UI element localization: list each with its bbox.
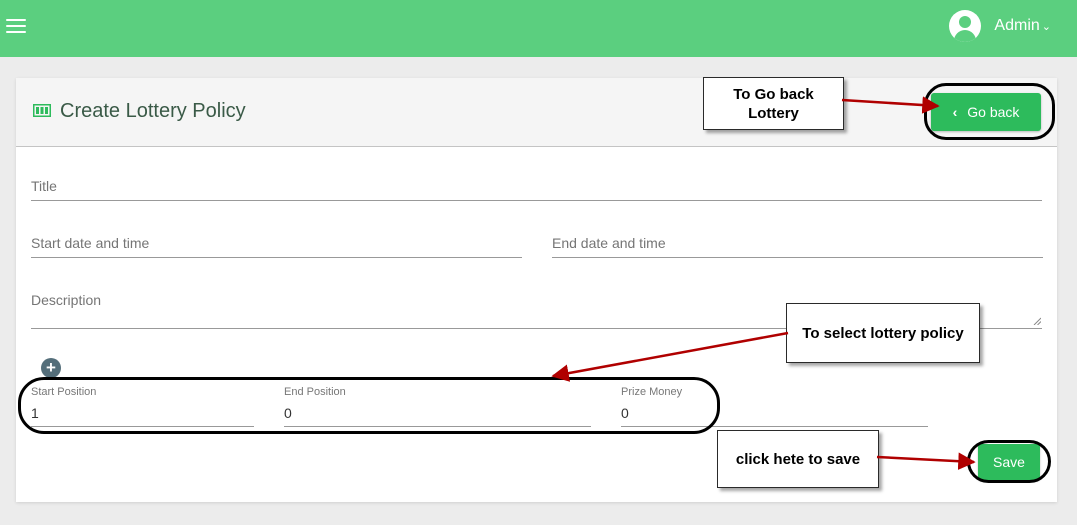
end-datetime-field[interactable]: End date and time <box>552 233 1043 258</box>
card-header: Create Lottery Policy ‹ Go back <box>16 78 1057 147</box>
start-datetime-field[interactable]: Start date and time <box>31 233 522 258</box>
top-bar: Admin ⌄ <box>0 0 1077 57</box>
hamburger-menu-icon[interactable] <box>6 19 26 35</box>
policy-row-highlight-ring <box>18 377 720 434</box>
save-callout: click hete to save <box>717 430 879 488</box>
user-name: Admin <box>994 17 1040 34</box>
policy-form-card: Create Lottery Policy ‹ Go back Title Sta… <box>16 78 1057 502</box>
chevron-down-icon: ⌄ <box>1041 20 1051 33</box>
user-menu[interactable]: Admin ⌄ <box>949 9 1051 43</box>
resize-handle-icon[interactable] <box>1033 317 1041 325</box>
start-datetime-placeholder: Start date and time <box>31 235 150 251</box>
end-datetime-placeholder: End date and time <box>552 235 666 251</box>
save-highlight-ring <box>967 440 1051 483</box>
title-field[interactable]: Title <box>31 176 1042 201</box>
description-placeholder: Description <box>31 292 102 308</box>
add-policy-row-icon[interactable]: + <box>41 358 61 378</box>
money-icon <box>33 104 51 117</box>
title-placeholder: Title <box>31 178 57 194</box>
select-policy-callout: To select lottery policy <box>786 303 980 363</box>
page-title: Create Lottery Policy <box>60 100 246 122</box>
avatar-icon <box>949 10 982 42</box>
go-back-callout: To Go back Lottery <box>703 77 844 130</box>
go-back-highlight-ring <box>924 83 1055 140</box>
